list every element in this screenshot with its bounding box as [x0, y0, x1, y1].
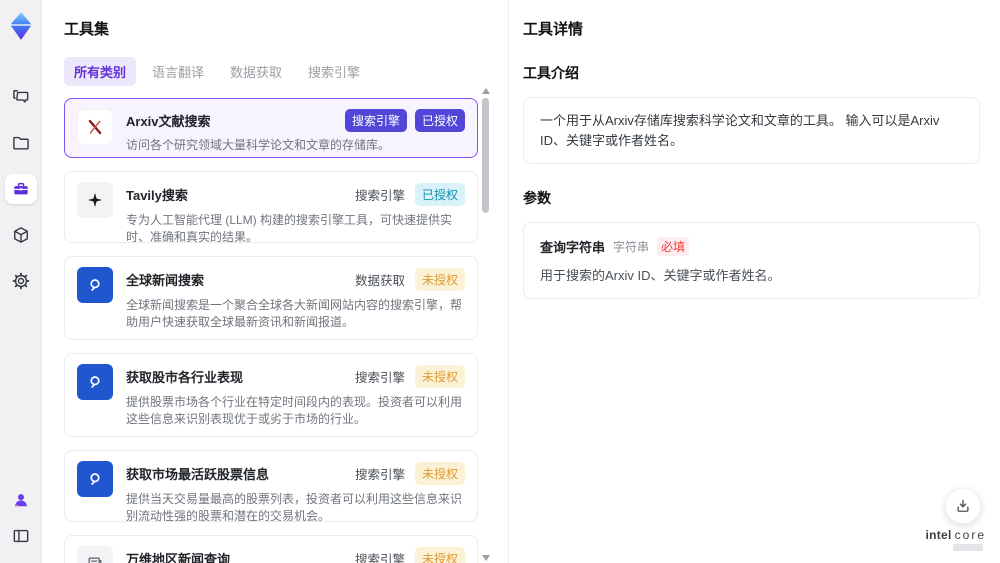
settings-gear-icon[interactable] [5, 266, 37, 296]
tool-card-sector-performance[interactable]: 获取股市各行业表现 搜索引擎 未授权 提供股票市场各个行业在特定时间段内的表现。… [64, 353, 478, 437]
tool-name: 全球新闻搜索 [126, 273, 205, 288]
intro-section-title: 工具介绍 [523, 65, 579, 81]
category-badge: 搜索引擎 [354, 371, 405, 385]
auth-status-badge: 已授权 [414, 183, 465, 206]
intel-core-logo: intel core [925, 528, 986, 551]
tool-description: 全球新闻搜索是一个聚合全球各大新闻网站内容的搜索引擎，帮助用户快速获取全球最新资… [126, 298, 463, 330]
auth-status-badge: 未授权 [414, 365, 465, 388]
auth-status-badge: 已授权 [414, 109, 465, 132]
brand-core-text: core [954, 528, 986, 542]
tool-intro-text: 一个用于从Arxiv存储库搜索科学论文和文章的工具。 输入可以是Arxiv ID… [523, 97, 980, 164]
chat-icon[interactable] [5, 82, 37, 112]
sidebar [0, 0, 42, 563]
newspaper-icon [77, 546, 113, 563]
tool-card-arxiv[interactable]: Arxiv文献搜索 搜索引擎 已授权 访问各个研究领域大量科学论文和文章的存储库… [64, 98, 478, 158]
scroll-down-arrow-icon[interactable] [482, 555, 490, 561]
user-avatar-icon[interactable] [7, 487, 35, 513]
brand-intel-text: intel [925, 528, 952, 542]
package-icon[interactable] [5, 220, 37, 250]
brand-sub-mark [953, 544, 984, 551]
tool-card-most-active-stocks[interactable]: 获取市场最活跃股票信息 搜索引擎 未授权 提供当天交易量最高的股票列表，投资者可… [64, 450, 478, 522]
news-search-icon [77, 461, 113, 497]
parameter-description: 用于搜索的Arxiv ID、关键字或作者姓名。 [540, 268, 781, 283]
folder-icon[interactable] [5, 128, 37, 158]
tool-name: 万维地区新闻查询 [126, 552, 231, 563]
panel-toggle-icon[interactable] [7, 523, 35, 549]
category-tabs: 所有类别 语言翻译 数据获取 搜索引擎 [64, 57, 508, 86]
tab-search-engine[interactable]: 搜索引擎 [298, 57, 370, 86]
category-badge: 搜索引擎 [354, 468, 405, 482]
arxiv-logo-icon [77, 109, 113, 145]
app-root: 工具集 所有类别 语言翻译 数据获取 搜索引擎 Arxiv文献搜索 搜索引擎 已… [0, 0, 1000, 563]
parameter-type: 字符串 [613, 240, 650, 254]
sidebar-footer [7, 487, 35, 549]
scroll-up-arrow-icon[interactable] [482, 88, 490, 94]
params-section-title: 参数 [523, 190, 551, 206]
tool-description: 提供股票市场各个行业在特定时间段内的表现。投资者可以利用这些信息来识别表现优于或… [126, 395, 463, 427]
parameter-card: 查询字符串 字符串 必填 用于搜索的Arxiv ID、关键字或作者姓名。 [523, 222, 980, 299]
app-logo-icon[interactable] [5, 8, 37, 44]
tool-description: 提供当天交易量最高的股票列表，投资者可以利用这些信息来识别流动性强的股票和潜在的… [126, 492, 463, 522]
tab-language-translation[interactable]: 语言翻译 [142, 57, 214, 86]
tool-list: Arxiv文献搜索 搜索引擎 已授权 访问各个研究领域大量科学论文和文章的存储库… [64, 98, 478, 563]
download-button[interactable] [945, 488, 981, 524]
parameter-required-badge: 必填 [657, 237, 690, 256]
category-badge: 数据获取 [354, 274, 405, 288]
category-badge: 搜索引擎 [354, 189, 405, 203]
tool-card-regional-news[interactable]: 万维地区新闻查询 搜索引擎 未授权 查询具体行政区划内的新闻，快速了解各地新闻动 [64, 535, 478, 563]
details-title: 工具详情 [523, 21, 584, 38]
category-badge: 搜索引擎 [354, 553, 405, 563]
auth-status-badge: 未授权 [414, 462, 465, 485]
category-badge: 搜索引擎 [344, 109, 407, 132]
list-scrollbar[interactable] [481, 86, 490, 563]
news-search-icon [77, 364, 113, 400]
scrollbar-thumb[interactable] [482, 98, 489, 213]
toolbox-icon[interactable] [4, 174, 37, 204]
tool-name: 获取股市各行业表现 [126, 370, 244, 385]
tavily-sparkle-icon [77, 182, 113, 218]
auth-status-badge: 未授权 [414, 547, 465, 563]
tool-list-panel: 工具集 所有类别 语言翻译 数据获取 搜索引擎 Arxiv文献搜索 搜索引擎 已… [42, 0, 508, 563]
tool-details-panel: 工具详情 工具介绍 一个用于从Arxiv存储库搜索科学论文和文章的工具。 输入可… [508, 0, 1000, 563]
tool-name: Tavily搜索 [126, 188, 188, 203]
tool-name: Arxiv文献搜索 [126, 114, 211, 129]
tool-name: 获取市场最活跃股票信息 [126, 467, 270, 482]
tool-description: 专为人工智能代理 (LLM) 构建的搜索引擎工具，可快速提供实时、准确和真实的结… [126, 213, 453, 243]
tool-description: 访问各个研究领域大量科学论文和文章的存储库。 [126, 138, 391, 152]
tool-card-global-news[interactable]: 全球新闻搜索 数据获取 未授权 全球新闻搜索是一个聚合全球各大新闻网站内容的搜索… [64, 256, 478, 340]
auth-status-badge: 未授权 [414, 268, 465, 291]
tool-card-tavily[interactable]: Tavily搜索 搜索引擎 已授权 专为人工智能代理 (LLM) 构建的搜索引擎… [64, 171, 478, 243]
tab-all-categories[interactable]: 所有类别 [64, 57, 137, 86]
sidebar-nav [4, 82, 37, 296]
tab-data-fetch[interactable]: 数据获取 [220, 57, 292, 86]
news-search-icon [77, 267, 113, 303]
page-title: 工具集 [64, 21, 110, 38]
parameter-name: 查询字符串 [540, 240, 606, 255]
